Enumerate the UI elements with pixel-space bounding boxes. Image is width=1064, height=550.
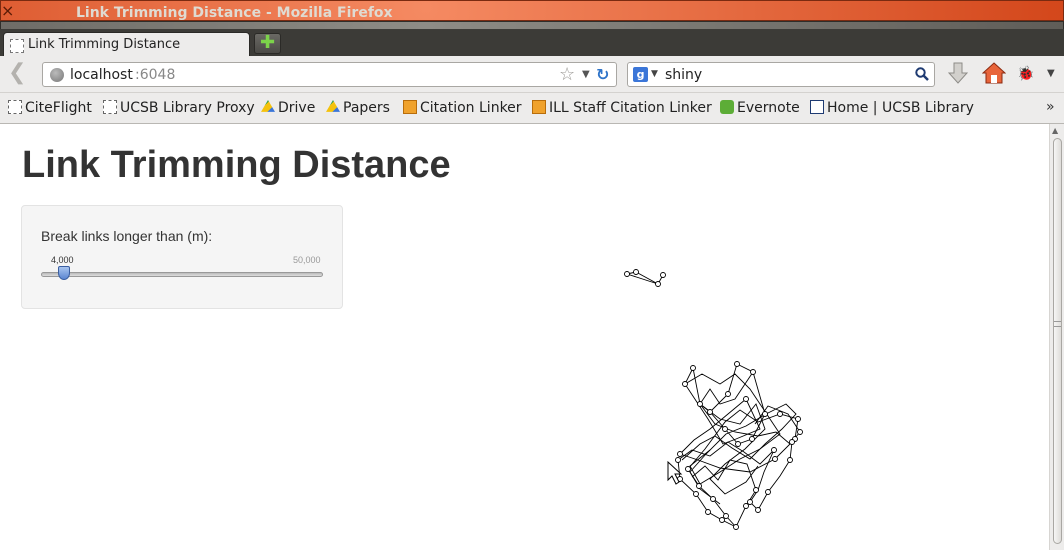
google-drive-icon — [261, 100, 275, 112]
title-bar: × – □ Link Trimming Distance - Mozilla F… — [0, 0, 1064, 63]
bookmark-label: UCSB Library Proxy — [120, 100, 255, 116]
search-input[interactable]: shiny — [665, 67, 702, 83]
network-graph-nodes — [624, 269, 803, 530]
scroll-up-arrow-icon[interactable]: ▲ — [1052, 126, 1058, 135]
vertical-scrollbar[interactable]: ▲ — [1049, 124, 1064, 550]
google-icon[interactable]: g — [633, 67, 648, 82]
page-content: Link Trimming Distance Break links longe… — [0, 124, 1064, 550]
slider-value-label: 4,000 — [51, 255, 74, 265]
bookmark-drive[interactable]: Drive — [261, 100, 315, 118]
home-icon[interactable] — [982, 61, 1006, 85]
bookmark-evernote[interactable]: Evernote — [720, 100, 800, 118]
bookmark-home-ucsb-library[interactable]: Home | UCSB Library — [810, 100, 974, 118]
bookmark-page-icon — [8, 100, 22, 114]
distance-slider-track[interactable] — [41, 272, 323, 277]
citation-linker-icon — [403, 100, 417, 114]
search-engine-dropdown-icon[interactable]: ▼ — [651, 69, 658, 79]
bookmark-citation-linker[interactable]: Citation Linker — [403, 100, 522, 118]
bookmark-label: Home | UCSB Library — [827, 100, 974, 116]
browser-window: × – □ Link Trimming Distance - Mozilla F… — [0, 0, 1064, 550]
bookmark-label: Drive — [278, 100, 316, 116]
addon-bug-icon[interactable]: 🐞 — [1017, 66, 1034, 82]
reload-icon[interactable]: ↻ — [596, 65, 609, 84]
window-title: Link Trimming Distance - Mozilla Firefox — [76, 5, 393, 21]
bookmark-label: Papers — [343, 100, 390, 116]
bookmark-label: ILL Staff Citation Linker — [549, 100, 712, 116]
navigation-bar: ❮ localhost :6048 ☆ ▼ ↻ g ▼ shiny — [0, 56, 1064, 93]
sidebar-panel: Break links longer than (m): 4,000 50,00… — [21, 205, 343, 309]
tab-label: Link Trimming Distance — [28, 37, 181, 52]
bookmark-label: Citation Linker — [420, 100, 522, 116]
search-icon[interactable] — [915, 67, 929, 81]
page-title: Link Trimming Distance — [22, 144, 451, 186]
scrollbar-thumb[interactable] — [1053, 138, 1062, 544]
bookmarks-overflow-button[interactable]: » — [1046, 99, 1055, 115]
page-favicon-icon — [10, 39, 24, 53]
menu-dropdown-icon[interactable]: ▼ — [1047, 68, 1055, 79]
globe-icon — [50, 68, 64, 82]
url-bar[interactable]: localhost :6048 ☆ ▼ ↻ — [42, 62, 617, 87]
bookmark-label: CiteFlight — [25, 100, 92, 116]
url-port: :6048 — [135, 67, 176, 83]
evernote-icon — [720, 100, 734, 114]
bookmark-ucsb-library-proxy[interactable]: UCSB Library Proxy — [103, 100, 255, 118]
bookmark-label: Evernote — [737, 100, 800, 116]
bookmark-page-icon — [103, 100, 117, 114]
scrollbar-grip — [1054, 321, 1061, 327]
tab-link-trimming-distance[interactable]: Link Trimming Distance — [3, 32, 250, 57]
bookmark-star-icon[interactable]: ☆ — [559, 64, 575, 85]
history-dropdown-icon[interactable]: ▼ — [582, 69, 590, 80]
bookmark-citeflight[interactable]: CiteFlight — [8, 100, 92, 118]
bookmarks-toolbar: CiteFlight UCSB Library Proxy Drive Pape… — [0, 93, 1064, 124]
back-arrow-icon[interactable]: ❮ — [8, 62, 28, 84]
tab-strip: Link Trimming Distance ✚ — [0, 29, 1064, 57]
download-arrow-icon[interactable] — [948, 62, 968, 86]
citation-linker-icon — [532, 100, 546, 114]
bookmark-ill-staff-citation-linker[interactable]: ILL Staff Citation Linker — [532, 100, 712, 118]
search-bar[interactable]: g ▼ shiny — [627, 62, 935, 87]
google-drive-icon — [326, 100, 340, 112]
url-host: localhost — [70, 67, 133, 83]
ucsb-library-icon — [810, 100, 824, 114]
slider-max-label: 50,000 — [293, 255, 321, 265]
new-tab-button[interactable]: ✚ — [254, 33, 281, 54]
network-graph-plot — [624, 269, 803, 530]
bookmark-papers[interactable]: Papers — [326, 100, 390, 118]
slider-label: Break links longer than (m): — [41, 228, 213, 244]
distance-slider-handle[interactable] — [57, 266, 70, 280]
